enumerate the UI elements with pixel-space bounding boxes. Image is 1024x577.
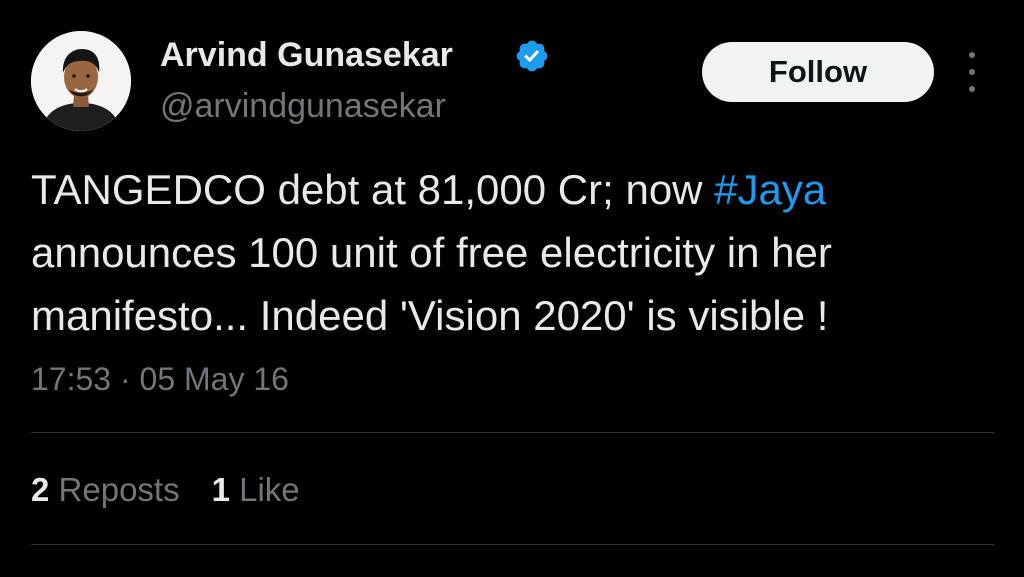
more-dot: [969, 86, 975, 92]
more-dot: [969, 69, 975, 75]
tweet-text: TANGEDCO debt at 81,000 Cr; now #Jaya an…: [31, 158, 1001, 347]
more-dot: [969, 52, 975, 58]
tweet-text-prefix: TANGEDCO debt at 81,000 Cr; now: [31, 166, 715, 213]
likes-label: Like: [239, 471, 300, 508]
reposts-stat[interactable]: 2 Reposts: [31, 468, 180, 512]
likes-stat[interactable]: 1 Like: [212, 468, 300, 512]
author-name[interactable]: Arvind Gunasekar: [160, 33, 453, 77]
author-handle[interactable]: @arvindgunasekar: [160, 84, 446, 128]
tweet-text-line: TANGEDCO debt at 81,000 Cr; now #Jaya: [31, 158, 1001, 221]
likes-count: 1: [211, 471, 230, 508]
follow-button[interactable]: Follow: [702, 42, 934, 102]
verified-badge-icon: [516, 40, 548, 72]
more-options-icon[interactable]: [960, 52, 984, 92]
engagement-stats: 2 Reposts 1 Like: [31, 468, 300, 512]
hashtag-link[interactable]: #Jaya: [714, 166, 826, 213]
tweet-card: Arvind Gunasekar @arvindgunasekar Follow…: [0, 0, 1024, 577]
divider: [31, 544, 994, 545]
divider: [31, 432, 994, 433]
avatar-photo: [31, 31, 131, 131]
reposts-label: Reposts: [58, 471, 180, 508]
tweet-text-line: announces 100 unit of free electricity i…: [31, 229, 832, 276]
tweet-text-line: manifesto... Indeed 'Vision 2020' is vis…: [31, 292, 829, 339]
avatar[interactable]: [31, 31, 131, 131]
reposts-count: 2: [31, 471, 50, 508]
tweet-timestamp[interactable]: 17:53 · 05 May 16: [31, 357, 289, 401]
